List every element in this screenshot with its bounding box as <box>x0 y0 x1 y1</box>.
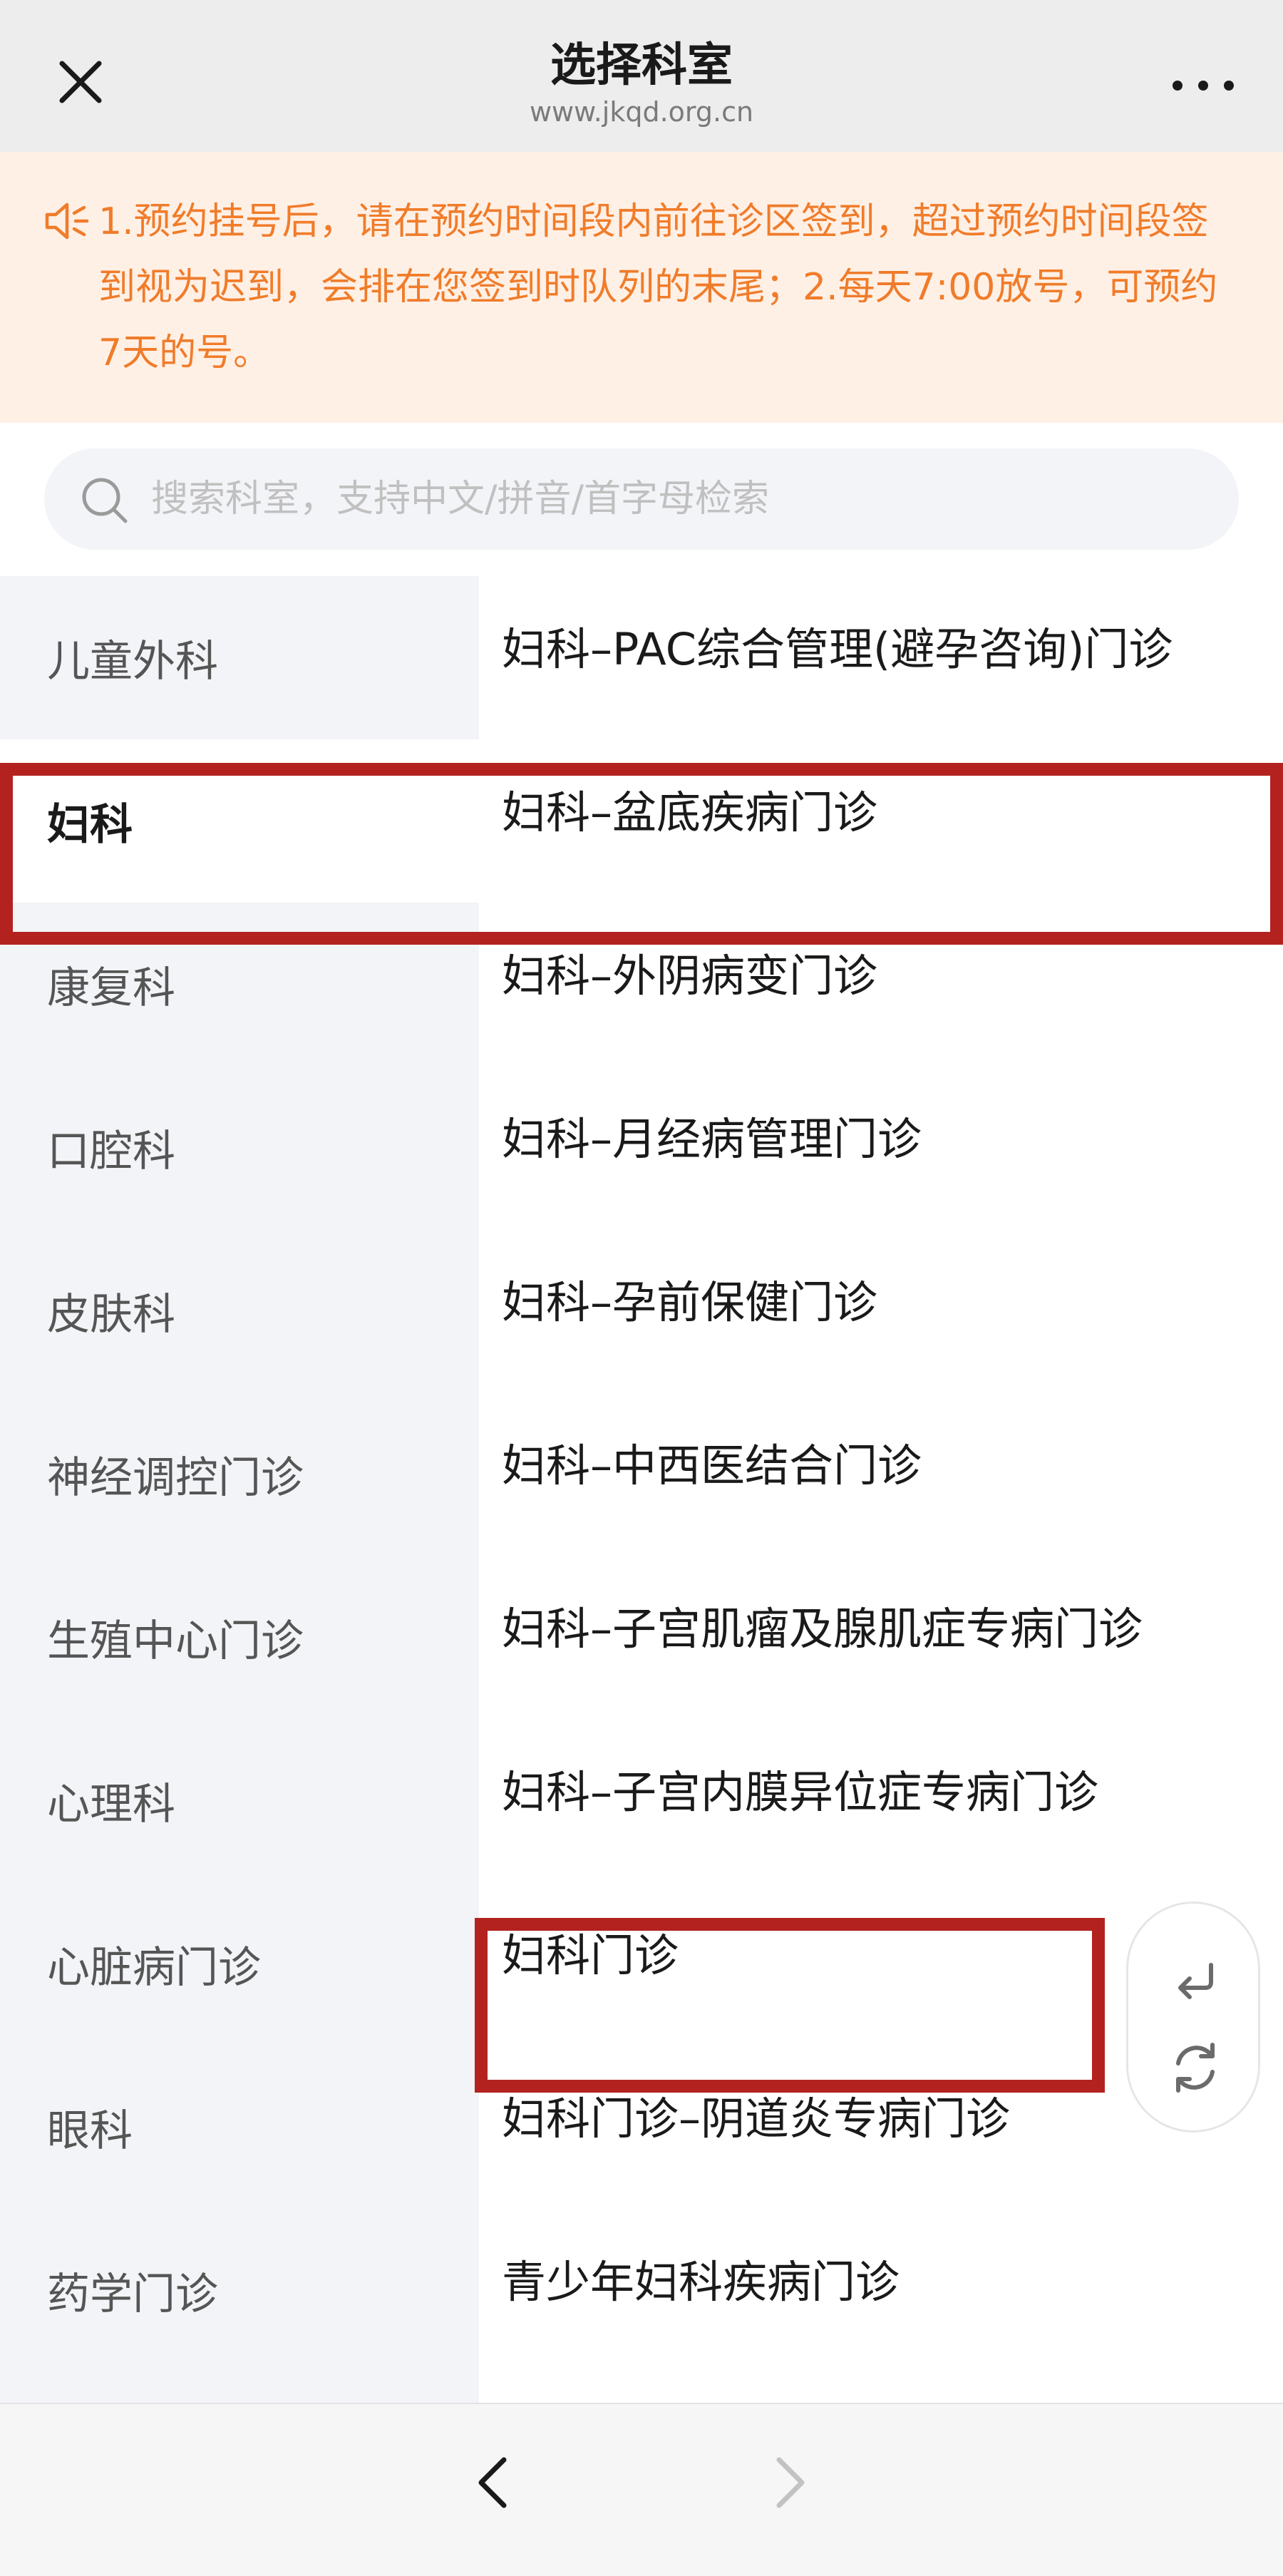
list-item[interactable]: 妇科–PAC综合管理(避孕咨询)门诊 <box>479 576 1283 739</box>
speaker-icon <box>41 196 91 246</box>
sidebar-item-label: 眼科 <box>47 2106 133 2156</box>
sidebar-item-psychology[interactable]: 心理科 <box>0 1719 479 1882</box>
notice-banner: 1.预约挂号后，请在预约时间段内前往诊区签到，超过预约时间段签到视为迟到，会排在… <box>0 152 1283 423</box>
list-item-label: 妇科–PAC综合管理(避孕咨询)门诊 <box>502 622 1173 675</box>
sidebar-item-label: 心脏病门诊 <box>47 1943 261 1993</box>
search-area <box>0 423 1283 576</box>
list-item-label: 妇科–子宫肌瘤及腺肌症专病门诊 <box>502 1602 1143 1655</box>
back-button[interactable] <box>460 2447 531 2518</box>
sidebar-item-label: 口腔科 <box>47 1127 175 1176</box>
sidebar-item-stomatology[interactable]: 口腔科 <box>0 1066 479 1229</box>
sidebar-item-rehabilitation[interactable]: 康复科 <box>0 903 479 1066</box>
sidebar-item-label: 皮肤科 <box>47 1290 175 1340</box>
return-icon <box>1178 1963 1213 1999</box>
more-icon <box>1173 81 1234 91</box>
sidebar-item-label: 儿童外科 <box>47 637 218 687</box>
list-item[interactable]: 妇科–外阴病变门诊 <box>479 903 1283 1066</box>
list-item[interactable]: 青少年妇科疾病门诊 <box>479 2209 1283 2372</box>
search-input[interactable] <box>151 448 1206 550</box>
sidebar-item-cardiology[interactable]: 心脏病门诊 <box>0 1882 479 2046</box>
floating-toolbar <box>1126 1902 1260 2133</box>
refresh-icon <box>1176 2043 1215 2093</box>
list-item-label: 青少年妇科疾病门诊 <box>502 2255 900 2308</box>
category-sidebar: 儿童外科 妇科 康复科 口腔科 皮肤科 神经调控门诊 生殖中心门诊 心理科 心脏… <box>0 576 479 2403</box>
sidebar-item-label: 生殖中心门诊 <box>47 1616 304 1666</box>
list-item[interactable]: 妇科–孕前保健门诊 <box>479 1229 1283 1392</box>
sidebar-item-neuromodulation[interactable]: 神经调控门诊 <box>0 1392 479 1556</box>
sidebar-item-pharmacy[interactable]: 药学门诊 <box>0 2209 479 2372</box>
list-item-label: 妇科–中西医结合门诊 <box>502 1439 922 1492</box>
forward-button[interactable] <box>752 2447 823 2518</box>
list-item[interactable]: 妇科–子宫内膜异位症专病门诊 <box>479 1719 1283 1882</box>
search-icon <box>76 471 133 528</box>
sidebar-item-label: 心理科 <box>47 1780 175 1830</box>
close-button[interactable] <box>43 44 118 120</box>
list-item-label: 妇科–外阴病变门诊 <box>502 949 878 1002</box>
list-item-label: 妇科–子宫内膜异位症专病门诊 <box>502 1765 1099 1818</box>
list-item[interactable]: 妇科–子宫肌瘤及腺肌症专病门诊 <box>479 1556 1283 1719</box>
sidebar-item-gynecology[interactable]: 妇科 <box>0 739 479 903</box>
refresh-button[interactable] <box>1160 2032 1231 2103</box>
app-root: 选择科室 www.jkqd.org.cn 1.预约挂号后，请在预约时间段内前往诊… <box>0 0 1283 2576</box>
list-item-label: 妇科门诊–阴道炎专病门诊 <box>502 2092 1011 2145</box>
list-item[interactable]: 妇科–中西医结合门诊 <box>479 1392 1283 1556</box>
department-list: 妇科–PAC综合管理(避孕咨询)门诊 妇科–盆底疾病门诊 妇科–外阴病变门诊 妇… <box>479 576 1283 2403</box>
list-item-label: 妇科–孕前保健门诊 <box>502 1276 878 1328</box>
sidebar-item-label: 药学门诊 <box>47 2269 218 2319</box>
list-item[interactable]: 妇科–月经病管理门诊 <box>479 1066 1283 1229</box>
page-url: www.jkqd.org.cn <box>529 96 754 128</box>
bottom-nav-bar <box>0 2403 1283 2576</box>
list-item-label: 妇科门诊 <box>502 1929 679 1981</box>
sidebar-item-dermatology[interactable]: 皮肤科 <box>0 1229 479 1392</box>
more-button[interactable] <box>1160 64 1246 107</box>
return-button[interactable] <box>1160 1945 1231 2016</box>
page-title: 选择科室 <box>550 39 733 92</box>
top-bar: 选择科室 www.jkqd.org.cn <box>0 0 1283 152</box>
sidebar-item-pediatric-surgery[interactable]: 儿童外科 <box>0 576 479 739</box>
sidebar-item-label: 妇科 <box>47 800 133 850</box>
sidebar-item-ophthalmology[interactable]: 眼科 <box>0 2046 479 2209</box>
list-item-label: 妇科–月经病管理门诊 <box>502 1112 922 1165</box>
list-item[interactable]: 妇科–盆底疾病门诊 <box>479 739 1283 903</box>
sidebar-item-label: 神经调控门诊 <box>47 1453 304 1503</box>
back-chevron-icon <box>478 2457 507 2508</box>
sidebar-item-label: 康复科 <box>47 963 175 1013</box>
close-icon <box>59 61 102 103</box>
list-item-label: 妇科–盆底疾病门诊 <box>502 786 878 838</box>
notice-text: 1.预约挂号后，请在预约时间段内前往诊区签到，超过预约时间段签到视为迟到，会排在… <box>98 200 1218 374</box>
sidebar-item-reproductive-center[interactable]: 生殖中心门诊 <box>0 1556 479 1719</box>
forward-chevron-icon <box>776 2457 805 2508</box>
search-box[interactable] <box>44 448 1239 550</box>
